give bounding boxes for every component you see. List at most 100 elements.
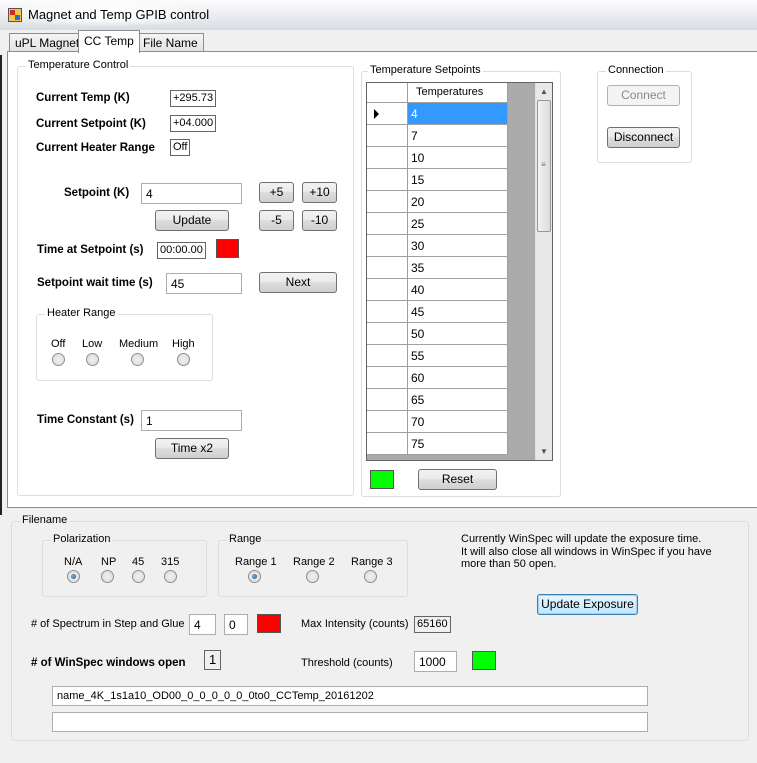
polarization-45-radio[interactable]	[132, 570, 145, 583]
update-exposure-button[interactable]: Update Exposure	[537, 594, 638, 615]
grid-row-header[interactable]	[367, 389, 408, 411]
heater-medium-radio[interactable]	[131, 353, 144, 366]
scroll-up-icon[interactable]: ▲	[536, 83, 552, 100]
spectrum-status-indicator	[257, 614, 281, 633]
current-setpoint-label: Current Setpoint (K)	[36, 118, 146, 130]
current-row-arrow-icon	[374, 109, 379, 119]
winspec-windows-value: 1	[204, 650, 222, 670]
range-1-radio[interactable]	[248, 570, 261, 583]
threshold-input[interactable]	[414, 651, 457, 672]
disconnect-button[interactable]: Disconnect	[607, 127, 680, 148]
temperature-cell[interactable]: 4	[408, 103, 508, 125]
grid-row-header[interactable]	[367, 367, 408, 389]
time-at-setpoint-indicator	[216, 239, 239, 258]
grid-row-header[interactable]	[367, 323, 408, 345]
minus-5-button[interactable]: -5	[259, 210, 294, 231]
temperature-cell[interactable]: 20	[408, 191, 508, 213]
window-title-bar[interactable]: Magnet and Temp GPIB control	[0, 0, 757, 30]
range-2-label: Range 2	[293, 556, 335, 568]
temperature-setpoints-group-label: Temperature Setpoints	[368, 64, 483, 76]
grid-row-header[interactable]	[367, 433, 408, 455]
grid-row-header[interactable]	[367, 301, 408, 323]
setpoints-status-indicator	[370, 470, 394, 489]
filename-group-label: Filename	[20, 514, 70, 526]
polarization-na-radio[interactable]	[67, 570, 80, 583]
temperature-cell[interactable]: 45	[408, 301, 508, 323]
heater-off-radio[interactable]	[52, 353, 65, 366]
grid-row-header[interactable]	[367, 125, 408, 147]
window-left-edge	[0, 55, 2, 515]
range-2-radio[interactable]	[306, 570, 319, 583]
grid-row-header[interactable]	[367, 213, 408, 235]
grid-row-header[interactable]	[367, 191, 408, 213]
update-setpoint-button[interactable]: Update	[155, 210, 229, 231]
time-at-setpoint-label: Time at Setpoint (s)	[37, 244, 144, 256]
grid-row-header[interactable]	[367, 103, 408, 125]
grid-vertical-scrollbar[interactable]: ▲ ≡ ▼	[535, 83, 552, 460]
polarization-group: Polarization	[42, 533, 207, 597]
grid-cells: 4 7 10 15 20 25 30 35 40 45 50 55 60 65 70 75	[408, 103, 508, 455]
current-setpoint-value: +04.000	[170, 115, 217, 132]
grid-row-header[interactable]	[367, 279, 408, 301]
plus-10-button[interactable]: +10	[302, 182, 337, 203]
grid-row-header[interactable]	[367, 169, 408, 191]
temperature-cell[interactable]: 60	[408, 367, 508, 389]
time-x2-button[interactable]: Time x2	[155, 438, 229, 459]
setpoint-wait-time-input[interactable]	[166, 273, 242, 294]
grid-row-header[interactable]	[367, 411, 408, 433]
heater-high-radio[interactable]	[177, 353, 190, 366]
tab-cc-temp[interactable]: CC Temp	[78, 30, 140, 53]
polarization-np-radio[interactable]	[101, 570, 114, 583]
temperatures-column-header[interactable]: Temperatures	[408, 83, 508, 103]
time-constant-label: Time Constant (s)	[37, 414, 134, 426]
filename-secondary-field[interactable]	[52, 712, 648, 732]
spectrum-step-input[interactable]	[224, 614, 248, 635]
grid-row-header[interactable]	[367, 257, 408, 279]
grid-row-header[interactable]	[367, 345, 408, 367]
heater-off-label: Off	[51, 338, 66, 350]
time-constant-input[interactable]	[141, 410, 242, 431]
spectrum-count-input[interactable]	[189, 614, 216, 635]
heater-high-label: High	[172, 338, 195, 350]
setpoint-wait-time-label: Setpoint wait time (s)	[37, 277, 153, 289]
temperature-cell[interactable]: 50	[408, 323, 508, 345]
next-setpoint-button[interactable]: Next	[259, 272, 337, 293]
scroll-down-icon[interactable]: ▼	[536, 443, 552, 460]
plus-5-button[interactable]: +5	[259, 182, 294, 203]
heater-low-label: Low	[82, 338, 103, 350]
winspec-windows-label: # of WinSpec windows open	[31, 657, 186, 669]
tab-upl-magnet[interactable]: uPL Magnet	[9, 33, 86, 52]
polarization-315-radio[interactable]	[164, 570, 177, 583]
temperature-cell[interactable]: 25	[408, 213, 508, 235]
heater-medium-label: Medium	[119, 338, 159, 350]
temperature-cell[interactable]: 35	[408, 257, 508, 279]
range-group: Range	[218, 533, 408, 597]
time-at-setpoint-value: 00:00.00	[157, 242, 206, 259]
temperature-cell[interactable]: 65	[408, 389, 508, 411]
temperature-cell[interactable]: 10	[408, 147, 508, 169]
range-3-radio[interactable]	[364, 570, 377, 583]
temperature-cell[interactable]: 75	[408, 433, 508, 455]
connect-button[interactable]: Connect	[607, 85, 680, 106]
setpoint-input[interactable]	[141, 183, 242, 204]
scroll-thumb[interactable]: ≡	[537, 100, 551, 232]
temperature-setpoints-grid[interactable]: Temperatures 4 7 10 15 20 25 30 35 40 45 50 55 60 65 7…	[366, 82, 553, 461]
grid-row-header[interactable]	[367, 147, 408, 169]
reset-setpoints-button[interactable]: Reset	[418, 469, 497, 490]
temperature-cell[interactable]: 30	[408, 235, 508, 257]
polarization-45-label: 45	[132, 556, 145, 568]
heater-low-radio[interactable]	[86, 353, 99, 366]
scroll-grip-icon: ≡	[541, 160, 546, 169]
temperature-cell[interactable]: 40	[408, 279, 508, 301]
temperature-cell[interactable]: 7	[408, 125, 508, 147]
temperature-cell[interactable]: 55	[408, 345, 508, 367]
minus-10-button[interactable]: -10	[302, 210, 337, 231]
exposure-info-line-2: It will also close all windows in WinSpe…	[461, 546, 712, 558]
temperature-cell[interactable]: 70	[408, 411, 508, 433]
filename-output-field[interactable]	[52, 686, 648, 706]
temperature-control-group-label: Temperature Control	[26, 59, 131, 71]
grid-row-header[interactable]	[367, 235, 408, 257]
tab-file-name[interactable]: File Name	[137, 33, 204, 52]
exposure-info-line-1: Currently WinSpec will update the exposu…	[461, 533, 702, 545]
temperature-cell[interactable]: 15	[408, 169, 508, 191]
